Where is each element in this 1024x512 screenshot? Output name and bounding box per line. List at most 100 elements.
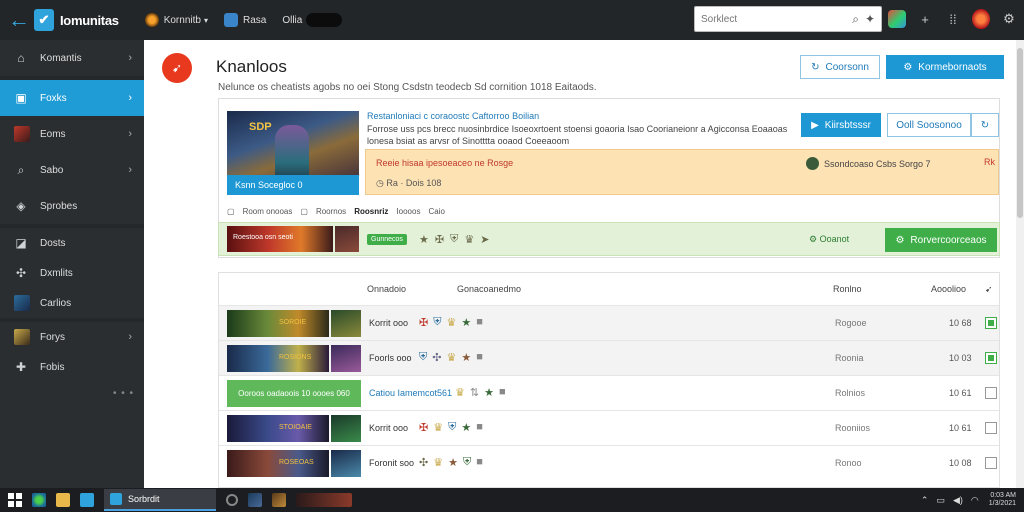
search-icon: ⌕ (17, 162, 25, 177)
featured-subnav: ▢ Room onooas ▢ Roornos Roosnriz Ioooos … (227, 207, 453, 216)
app-logo[interactable]: ✔ Iomunitas (34, 9, 119, 31)
sidebar-item-5[interactable]: ◈ Sprobes (0, 188, 144, 224)
sidebar-item-active[interactable]: ▣ Foxks › (0, 80, 144, 116)
sidebar-item-label: Dosts (40, 237, 66, 249)
sidebar-item-7[interactable]: ✣ Dxmlits (0, 258, 144, 288)
row-checkbox[interactable] (985, 422, 997, 434)
featured-refresh-button[interactable]: ↻ (971, 113, 999, 137)
featured-badge: SDP (249, 121, 272, 133)
table-row[interactable]: Ooroos oadaoois 10 oooes 060 Catiou Iame… (219, 375, 999, 410)
sidebar-item-9[interactable]: Forys › (0, 322, 144, 352)
sidebar-item-label: Carlios (40, 297, 72, 309)
header-primary-button[interactable]: ⚙ Kormebornaots (886, 55, 1004, 79)
header-secondary-button[interactable]: ↻ Coorsonn (800, 55, 880, 79)
settings-icon[interactable]: ⚙ (1000, 8, 1018, 30)
wifi-icon[interactable]: ◠ (971, 495, 979, 506)
browser-icon[interactable] (32, 493, 46, 507)
promo-status: ⚙ Ooanot (809, 234, 849, 245)
warning-close-button[interactable]: Rk (984, 157, 995, 167)
apps-grid-icon[interactable]: ⁞⁞ (944, 8, 962, 30)
featured-secondary-button[interactable]: Ooll Soosonoo (887, 113, 971, 137)
table-row[interactable]: ROSEOAS Foronit soo ✣ ♛ ★ ⛨ ■ Ronoo 10 0… (219, 445, 999, 480)
column-header-name[interactable]: Onnadoio (367, 273, 406, 305)
sidebar-item-label: Sprobes (40, 200, 78, 212)
game-banner-icon[interactable] (296, 493, 352, 507)
row-checkbox[interactable] (985, 387, 997, 399)
search-input[interactable] (701, 13, 847, 25)
row-status: Rolnios (835, 388, 866, 398)
row-status: Rogooe (835, 318, 867, 328)
row-icons: ✠ ⛨ ♛ ★ ■ (419, 316, 488, 329)
pin-icon[interactable]: ➹ (985, 273, 993, 305)
store-icon[interactable] (80, 493, 94, 507)
refresh-icon: ↻ (980, 119, 990, 131)
pin-icon[interactable]: ✦ (865, 12, 875, 26)
sidebar-item-4[interactable]: ⌕ Sabo › (0, 152, 144, 188)
search-icon[interactable]: ⌕ (852, 12, 859, 27)
warning-user[interactable]: Ssondcoaso Csbs Sorgo 7 (806, 157, 931, 170)
sidebar-item-6[interactable]: ◪ Dosts (0, 228, 144, 258)
user-avatar[interactable] (972, 8, 990, 30)
taskbar: Sorbrdit ⌃ ▭ ◀) ◠ 0:03 AM 1/3/2021 (0, 488, 1024, 512)
volume-icon[interactable]: ◀) (953, 495, 963, 506)
promo-action-button[interactable]: ⚙ Rorvercoorceaos (885, 228, 997, 252)
sidebar-item-8[interactable]: Carlios (0, 288, 144, 318)
sidebar-more-icon[interactable]: • • • (113, 388, 134, 399)
user-name-pill (306, 13, 343, 27)
column-header-category[interactable]: Gonacoanedmo (457, 273, 521, 305)
sidebar-item-3[interactable]: Eoms › (0, 116, 144, 152)
row-image: ROSIONS (227, 345, 329, 372)
table-row[interactable]: SOROIE Korrit ooo ✠ ⛨ ♛ ★ ■ Rogooe 10 68 (219, 305, 999, 340)
column-header-value[interactable]: Aooolioo (931, 273, 966, 305)
clock[interactable]: 0:03 AM 1/3/2021 (989, 492, 1016, 508)
table-row[interactable]: STOIOAIE Korrit ooo ✠ ♛ ⛨ ★ ■ Rooniios 1… (219, 410, 999, 445)
shield-icon: ⛨ (448, 421, 457, 433)
sidebar-item-10[interactable]: ✚ Fobis (0, 352, 144, 382)
column-header-status[interactable]: Ronlno (833, 273, 862, 305)
game-icon[interactable] (248, 493, 262, 507)
top-nav-item-1[interactable]: Kornnitb ▾ (144, 13, 208, 27)
row-name: Korrit ooo (369, 318, 409, 328)
featured-title[interactable]: Restanloniaci c coraoostc Caftorroo Boil… (367, 111, 539, 121)
subnav-item[interactable]: Ioooos (396, 207, 420, 216)
top-nav-item-2[interactable]: Rasa (223, 13, 266, 27)
game-icon[interactable] (272, 493, 286, 507)
network-icon[interactable]: ▭ (936, 495, 945, 506)
table-row[interactable]: ROSIONS Foorls ooo ⛨ ✣ ♛ ★ ■ Roonia 10 0… (219, 340, 999, 375)
add-icon[interactable]: + (916, 8, 934, 30)
subnav-item[interactable]: Room onooas (243, 207, 293, 216)
row-checkbox[interactable] (985, 457, 997, 469)
shield-icon: ⛨ (419, 351, 428, 363)
star-icon: ★ (484, 387, 494, 399)
button-label: Rorvercoorceaos (910, 234, 987, 246)
row-thumbnail (331, 345, 361, 372)
vertical-scrollbar[interactable] (1016, 40, 1024, 488)
row-image: STOIOAIE (227, 415, 329, 442)
top-right-controls: + ⁞⁞ ⚙ (888, 8, 1024, 30)
promo-image[interactable]: Roestooa osn seoti (227, 226, 333, 252)
row-checkbox[interactable] (985, 317, 997, 329)
scrollbar-thumb[interactable] (1017, 48, 1023, 218)
folder-icon[interactable] (56, 493, 70, 507)
back-arrow-icon[interactable]: ← (6, 0, 32, 40)
clock-date: 1/3/2021 (988, 500, 1016, 507)
notifications-icon[interactable] (888, 8, 906, 30)
top-nav-item-3[interactable]: Ollia (282, 13, 343, 27)
taskbar-app-active[interactable]: Sorbrdit (104, 489, 216, 511)
subnav-item-active[interactable]: Roosnriz (354, 207, 388, 216)
promo-badge: Gunnecos (367, 234, 407, 245)
square-icon: ■ (476, 316, 483, 328)
subnav-item[interactable]: Caio (428, 207, 444, 216)
featured-caption: Ksnn Socegloc 0 (227, 175, 359, 195)
featured-primary-button[interactable]: ▶ Kiirsbtsssr (801, 113, 881, 137)
promo-thumbnail[interactable] (335, 226, 359, 252)
task-view-icon[interactable] (226, 494, 238, 506)
chevron-up-icon[interactable]: ⌃ (921, 495, 929, 506)
start-menu-icon[interactable] (8, 493, 22, 507)
sidebar-item-home[interactable]: ⌂ Komantis › (0, 40, 144, 76)
warning-banner: Reeie hisaa ipesoeaceo ne Rosge ◷ Ra · D… (365, 149, 999, 195)
gear-icon: ⚙ (903, 61, 913, 73)
row-checkbox[interactable] (985, 352, 997, 364)
subnav-item[interactable]: Roornos (316, 207, 346, 216)
subnav-icon: ▢ (300, 207, 308, 216)
